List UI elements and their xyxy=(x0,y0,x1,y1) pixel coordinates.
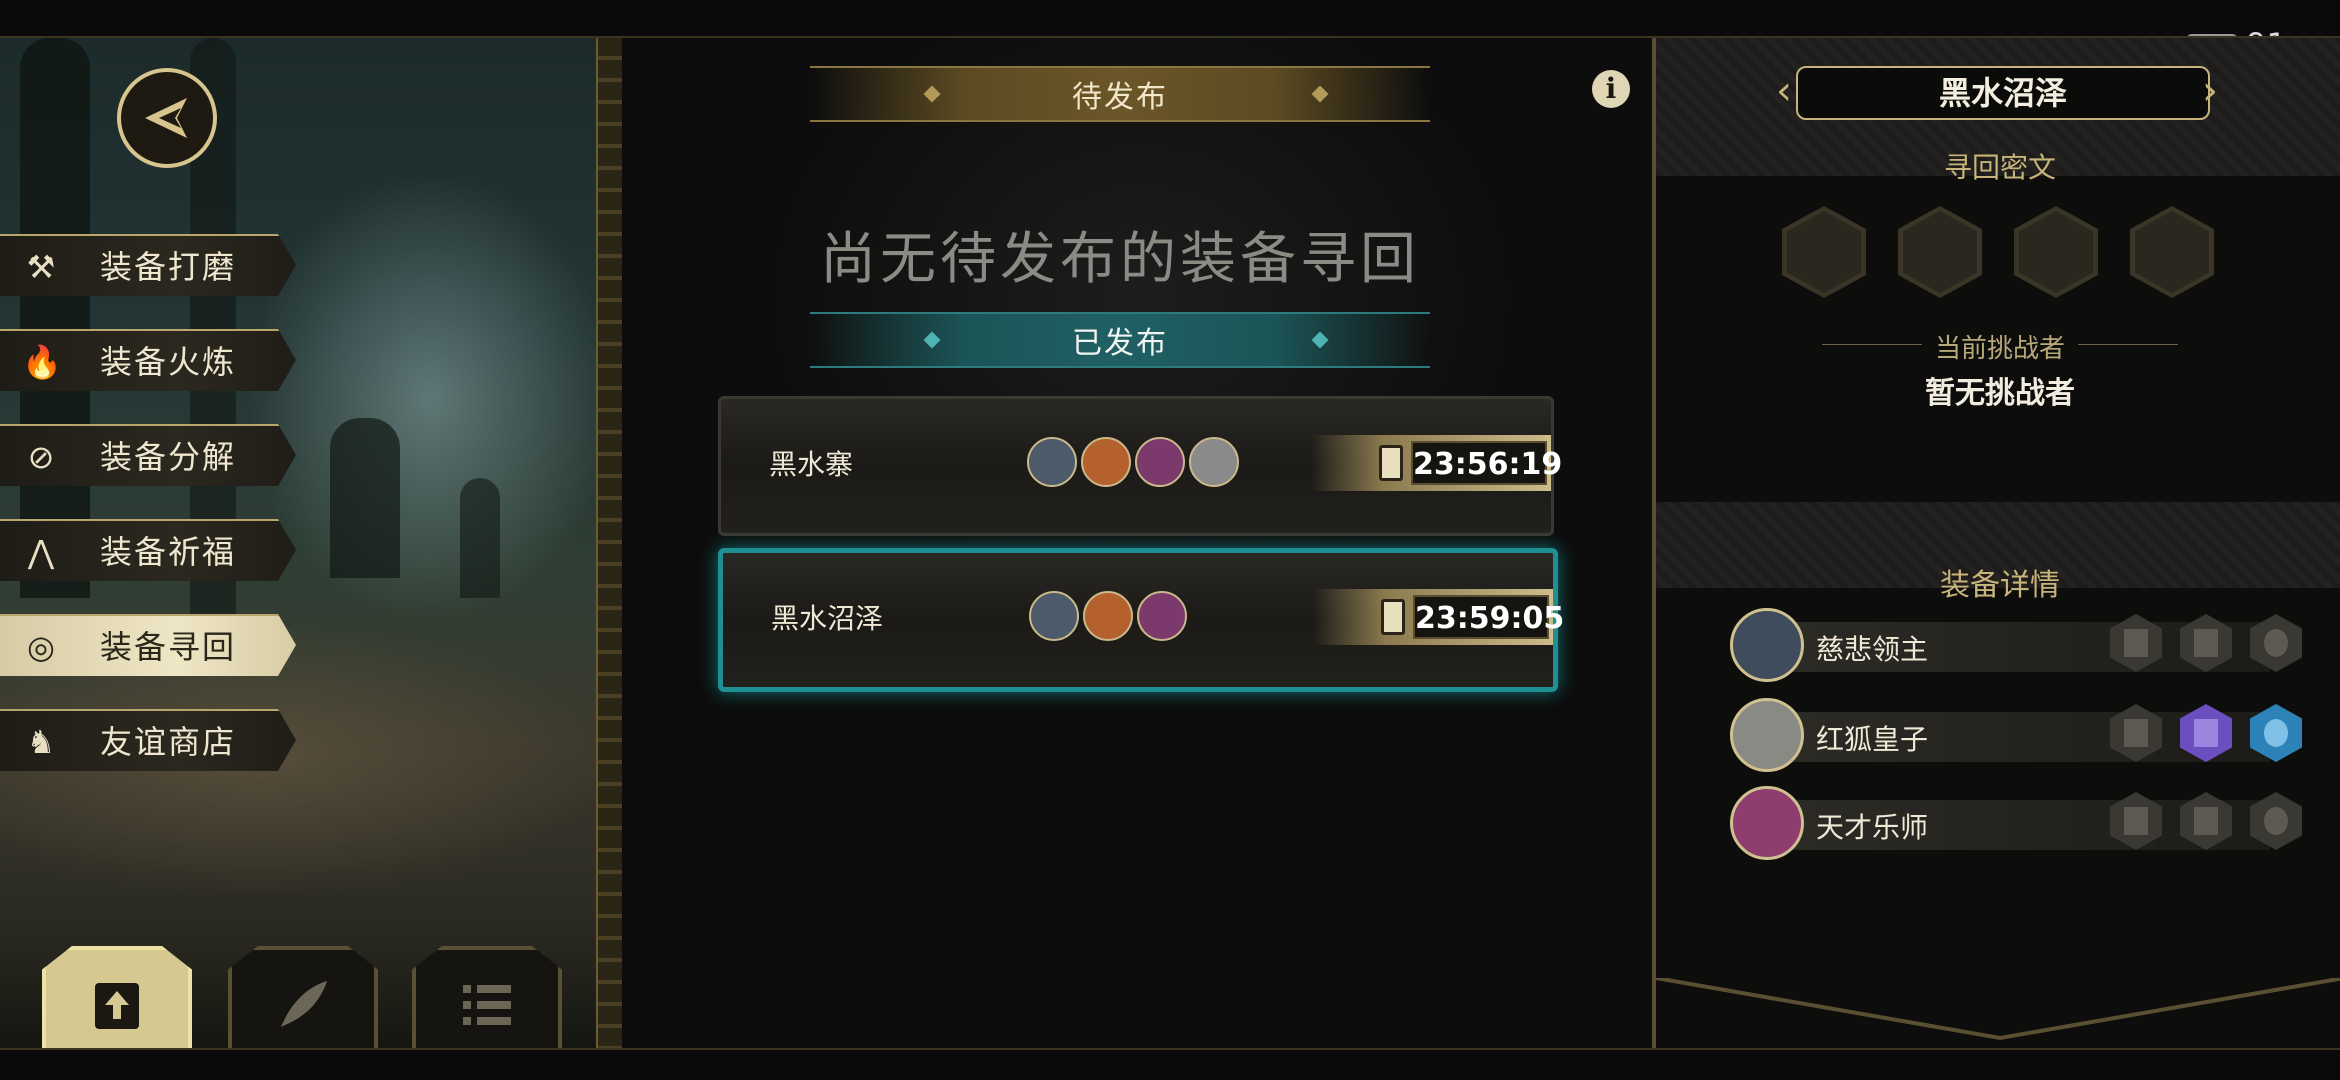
tab-record[interactable] xyxy=(228,946,378,1048)
challenger-label: 当前挑战者 xyxy=(1934,334,2065,364)
diamond-icon xyxy=(1311,85,1329,103)
menu-item-forge[interactable]: 🔥 装备火炼 xyxy=(0,329,296,391)
hero-name: 慈悲领主 xyxy=(1816,633,1929,666)
menu-label: 友谊商店 xyxy=(100,723,237,761)
avatar xyxy=(1730,698,1804,772)
details-title: 装备详情 xyxy=(1940,568,2060,603)
menu-label: 装备祈福 xyxy=(100,533,237,571)
next-region-icon[interactable]: › xyxy=(2202,68,2218,114)
feather-icon xyxy=(281,981,327,1027)
tab-publish[interactable] xyxy=(42,946,192,1048)
rune-glyph-icon xyxy=(1787,211,1861,293)
rune-slot[interactable] xyxy=(2014,206,2098,298)
published-card[interactable]: 黑水沼泽 23:59:05 xyxy=(718,548,1564,692)
game-screen: ⚒ 装备打磨 🔥 装备火炼 ⊘ 装备分解 ⋀ 装备祈福 ◎ 装备寻回 ♞ 友谊商… xyxy=(0,36,2340,1050)
avatar xyxy=(1083,591,1133,641)
avatar xyxy=(1730,608,1804,682)
rune-glyph-icon xyxy=(2135,211,2209,293)
hourglass-icon xyxy=(1379,445,1403,481)
countdown-value: 23:59:05 xyxy=(1413,595,1564,639)
challenger-avatars xyxy=(1029,591,1187,641)
region-name: 黑水沼泽 xyxy=(1796,66,2210,120)
decompose-icon: ⊘ xyxy=(27,438,55,476)
countdown: 23:56:19 xyxy=(1311,435,1562,491)
prev-region-icon[interactable]: ‹ xyxy=(1776,68,1792,114)
divider xyxy=(2078,344,2178,345)
avatar xyxy=(1081,437,1131,487)
published-card[interactable]: 黑水寨 23:56:19 xyxy=(718,396,1562,536)
hero-name: 红狐皇子 xyxy=(1816,723,1929,756)
challenger-avatars xyxy=(1027,437,1239,487)
published-header: 已发布 xyxy=(810,312,1430,368)
panel-bottom-ornament xyxy=(1656,978,2340,1041)
menu-label: 装备打磨 xyxy=(100,248,237,286)
card-name: 黑水寨 xyxy=(769,448,854,481)
list-icon xyxy=(463,985,511,1025)
hammer-icon: ⚒ xyxy=(26,248,56,286)
published-title: 已发布 xyxy=(1072,326,1168,361)
menu-item-pray[interactable]: ⋀ 装备祈福 xyxy=(0,519,296,581)
menu-item-shop[interactable]: ♞ 友谊商店 xyxy=(0,709,296,771)
side-menu: ⚒ 装备打磨 🔥 装备火炼 ⊘ 装备分解 ⋀ 装备祈福 ◎ 装备寻回 ♞ 友谊商… xyxy=(0,234,296,804)
pending-header: 待发布 xyxy=(810,66,1430,122)
avatar xyxy=(1189,437,1239,487)
back-button[interactable] xyxy=(117,68,217,168)
hero-row[interactable]: 天才乐师 xyxy=(1730,786,2302,860)
hero-name: 天才乐师 xyxy=(1816,811,1929,844)
avatar xyxy=(1027,437,1077,487)
challenger-value: 暂无挑战者 xyxy=(1925,376,2075,411)
runes-title: 寻回密文 xyxy=(1943,151,2056,184)
avatar xyxy=(1137,591,1187,641)
rune-slot[interactable] xyxy=(2130,206,2214,298)
rune-slot[interactable] xyxy=(1898,206,1982,298)
menu-item-polish[interactable]: ⚒ 装备打磨 xyxy=(0,234,296,296)
diamond-icon xyxy=(923,331,941,349)
flame-icon: 🔥 xyxy=(22,343,62,381)
upload-icon xyxy=(95,983,139,1029)
countdown-value: 23:56:19 xyxy=(1411,441,1562,485)
retrieve-icon: ◎ xyxy=(27,628,55,666)
avatar xyxy=(1135,437,1185,487)
avatar xyxy=(1029,591,1079,641)
rune-glyph-icon xyxy=(1903,211,1977,293)
countdown: 23:59:05 xyxy=(1313,589,1564,645)
hero-row[interactable]: 慈悲领主 xyxy=(1730,608,2302,682)
detail-panel: ‹ 黑水沼泽 › 寻回密文 当前挑战者 暂无挑战者 装备详情 慈悲领主 红狐皇子 xyxy=(1652,38,2340,1048)
menu-item-decompose[interactable]: ⊘ 装备分解 xyxy=(0,424,296,486)
pending-title: 待发布 xyxy=(1072,80,1168,115)
info-button[interactable]: i xyxy=(1592,70,1630,108)
fox-icon: ♞ xyxy=(26,723,56,761)
pray-icon: ⋀ xyxy=(27,533,55,571)
rune-slot[interactable] xyxy=(1782,206,1866,298)
rune-glyph-icon xyxy=(2019,211,2093,293)
menu-item-retrieve[interactable]: ◎ 装备寻回 xyxy=(0,614,296,676)
hourglass-icon xyxy=(1381,599,1405,635)
back-arrow-icon xyxy=(145,98,187,138)
card-name: 黑水沼泽 xyxy=(771,602,884,635)
menu-label: 装备火炼 xyxy=(100,343,237,381)
hero-row[interactable]: 红狐皇子 xyxy=(1730,698,2302,772)
empty-pending-text: 尚无待发布的装备寻回 xyxy=(820,227,1420,292)
diamond-icon xyxy=(923,85,941,103)
menu-label: 装备寻回 xyxy=(100,628,237,666)
tab-list[interactable] xyxy=(412,946,562,1048)
menu-label: 装备分解 xyxy=(100,438,237,476)
avatar xyxy=(1730,786,1804,860)
diamond-icon xyxy=(1311,331,1329,349)
main-area-background xyxy=(622,38,1652,1048)
